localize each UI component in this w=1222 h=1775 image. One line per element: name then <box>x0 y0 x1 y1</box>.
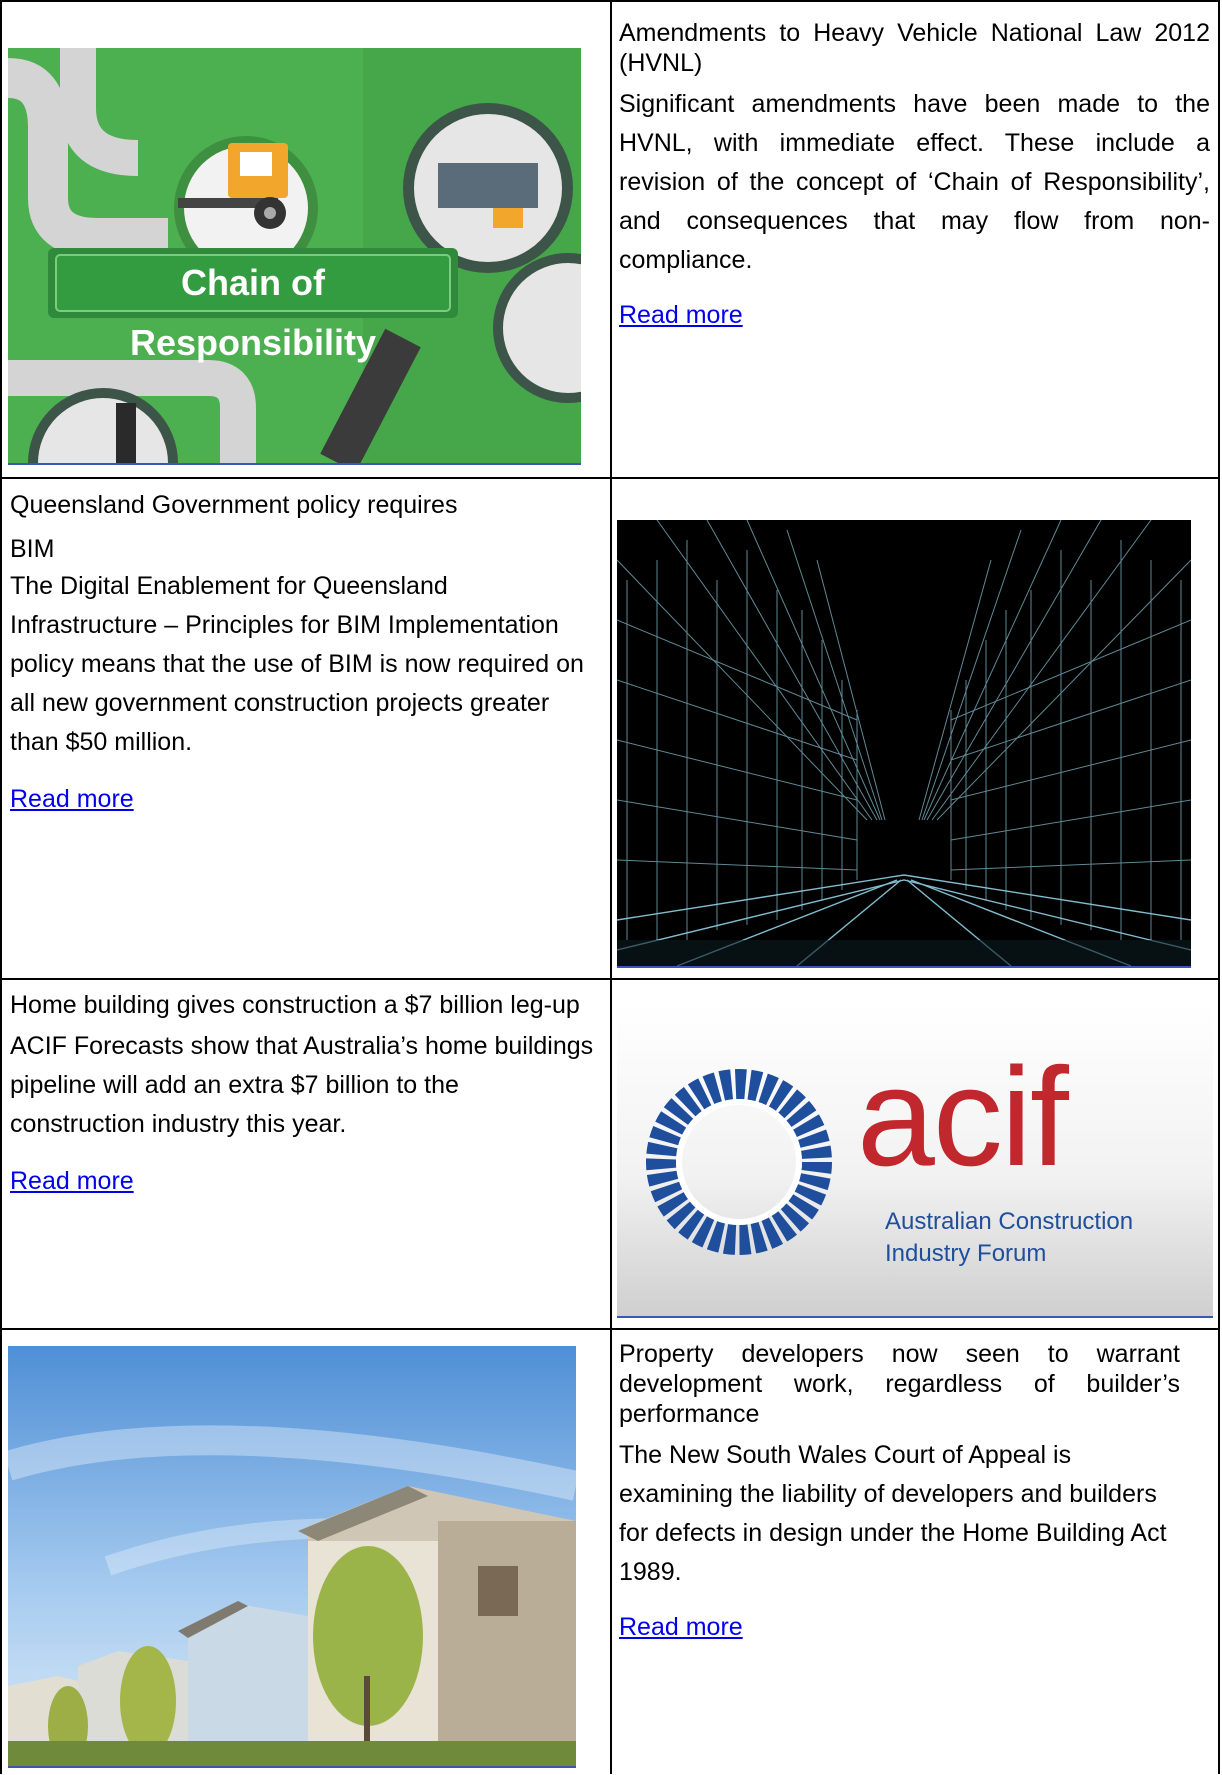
table-border-right <box>1218 0 1220 1774</box>
acif-subtitle-line1: Australian Construction <box>885 1208 1134 1235</box>
acif-subtitle-line2: Industry Forum <box>885 1240 1047 1267</box>
row-divider-3 <box>0 1328 1220 1330</box>
chain-image-caption: Chain of Responsibility <box>129 262 377 363</box>
chain-of-responsibility-image[interactable]: Chain of Responsibility <box>8 48 581 463</box>
row-divider-1 <box>0 477 1220 479</box>
article-property-developers: Property developers now seen to warrant … <box>619 1339 1180 1642</box>
housing-development-image[interactable] <box>8 1346 576 1766</box>
article-hvnl: Amendments to Heavy Vehicle National Law… <box>619 18 1210 330</box>
houses-illustration <box>8 1346 576 1766</box>
read-more-link[interactable]: Read more <box>10 784 134 814</box>
article-headline: Home building gives construction a $7 bi… <box>10 991 580 1019</box>
row-divider-2 <box>0 978 1220 980</box>
acif-logo-image[interactable]: acif Australian Construction Industry Fo… <box>617 1002 1213 1316</box>
bim-image-link-underline <box>617 966 1191 968</box>
wireframe-city-illustration <box>617 520 1191 966</box>
read-more-link[interactable]: Read more <box>10 1166 134 1196</box>
article-subheadline: BIM <box>10 535 55 563</box>
table-border-middle <box>610 0 612 1774</box>
article-home-building: Home building gives construction a $7 bi… <box>10 990 595 1196</box>
article-body: The New South Wales Court of Appeal is e… <box>619 1441 1167 1586</box>
acif-wordmark: acif <box>857 1038 1069 1195</box>
news-table: Chain of Responsibility Amendments to He… <box>0 0 1220 1774</box>
read-more-link[interactable]: Read more <box>619 1612 743 1642</box>
article-headline: Amendments to Heavy Vehicle National Law… <box>619 19 1210 77</box>
article-body: The Digital Enablement for Queensland In… <box>10 572 584 756</box>
article-body: Significant amendments have been made to… <box>619 90 1210 274</box>
article-headline: Queensland Government policy requires <box>10 491 458 519</box>
housing-image-link-underline <box>8 1766 576 1768</box>
bim-wireframe-image[interactable] <box>617 520 1191 966</box>
chain-image-link-underline <box>8 463 581 465</box>
acif-image-link-underline <box>617 1316 1213 1318</box>
acif-ring-icon <box>646 1069 832 1255</box>
table-border-top <box>0 0 1220 2</box>
article-bim: Queensland Government policy requires BI… <box>10 490 595 814</box>
table-border-left <box>0 0 2 1774</box>
article-headline: Property developers now seen to warrant … <box>619 1340 1180 1428</box>
read-more-link[interactable]: Read more <box>619 300 743 330</box>
article-body: ACIF Forecasts show that Australia’s hom… <box>10 1032 594 1138</box>
